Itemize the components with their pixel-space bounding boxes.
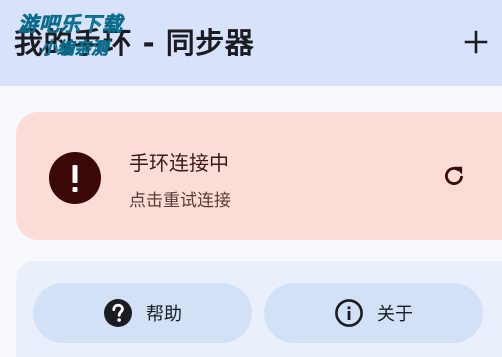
help-label: 帮助	[146, 304, 182, 325]
error-icon	[49, 152, 101, 204]
status-title: 手环连接中	[129, 151, 229, 175]
info-icon	[334, 298, 364, 328]
refresh-button[interactable]	[436, 158, 472, 194]
app-bar: 我的手环 - 同步器 游吧乐下载 小编亲测	[0, 0, 502, 86]
about-label: 关于	[377, 304, 413, 325]
app-title: 我的手环 - 同步器	[14, 26, 255, 60]
refresh-icon	[445, 166, 463, 185]
status-subtitle: 点击重试连接	[129, 191, 231, 211]
add-button[interactable]	[456, 22, 496, 62]
about-button[interactable]: 关于	[264, 283, 483, 343]
plus-icon	[464, 30, 488, 54]
help-icon	[103, 298, 133, 328]
actions-panel: 帮助 关于	[16, 261, 502, 357]
connection-status-card[interactable]: 手环连接中 点击重试连接	[16, 112, 502, 240]
help-button[interactable]: 帮助	[33, 283, 252, 343]
